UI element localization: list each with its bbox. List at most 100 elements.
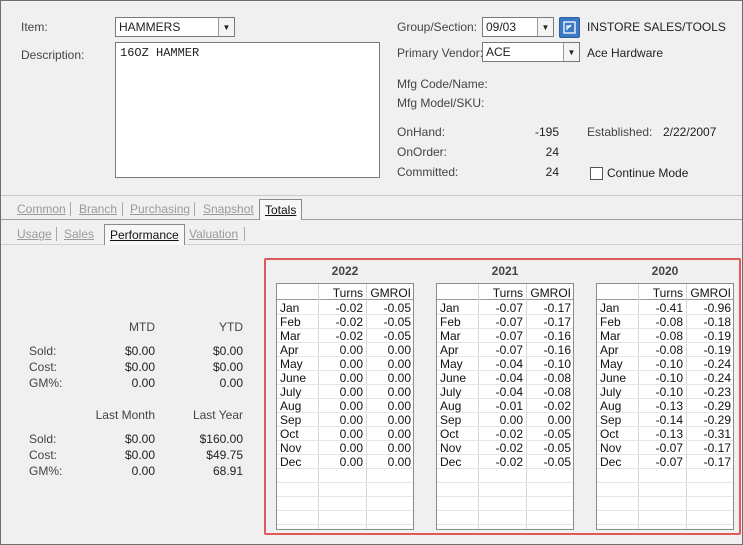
turns-cell: -0.07: [495, 343, 523, 357]
performance-table-2021[interactable]: Turns GMROI Jan -0.07 -0.17 Feb -0.07 -0.17 Mar -…: [436, 283, 574, 530]
gmroi-cell: -0.05: [543, 427, 571, 441]
sold-mtd: $0.00: [124, 344, 155, 358]
month-cell: Apr: [600, 343, 619, 357]
month-cell: Sep: [440, 413, 462, 427]
sold-ytd: $0.00: [212, 344, 243, 358]
committed-label: Committed:: [397, 165, 459, 179]
month-cell: July: [600, 385, 622, 399]
turns-cell: -0.10: [655, 357, 683, 371]
gmroi-cell: -0.24: [703, 357, 731, 371]
group-section-combo[interactable]: 09/03 ▼: [482, 17, 554, 37]
row-line: [597, 482, 733, 483]
group-section-name: INSTORE SALES/TOOLS: [587, 20, 726, 34]
month-cell: Jan: [280, 301, 300, 315]
gmroi-cell: -0.17: [543, 301, 571, 315]
month-cell: Mar: [280, 329, 301, 343]
gmroi-cell: -0.29: [703, 399, 731, 413]
turns-cell: -0.02: [495, 441, 523, 455]
month-cell: May: [440, 357, 463, 371]
continue-mode-checkbox[interactable]: [590, 167, 603, 180]
tab-common[interactable]: Common: [17, 202, 66, 216]
tab-divider: [122, 202, 123, 216]
turns-cell: 0.00: [339, 371, 363, 385]
performance-table-2022[interactable]: Turns GMROI Jan -0.02 -0.05 Feb -0.02 -0.05 Mar -…: [276, 283, 414, 530]
month-cell: Nov: [600, 441, 622, 455]
primary-vendor-value: ACE: [486, 45, 511, 59]
tab-performance[interactable]: Performance: [104, 224, 185, 245]
gmroi-cell: -0.08: [543, 371, 571, 385]
gmroi-header[interactable]: GMROI: [366, 286, 411, 300]
month-cell: Dec: [440, 455, 462, 469]
turns-header[interactable]: Turns: [478, 286, 523, 300]
sold-last-year: $160.00: [199, 432, 243, 446]
tab-sales[interactable]: Sales: [64, 227, 94, 241]
established-value: 2/22/2007: [663, 125, 717, 139]
group-section-value: 09/03: [486, 20, 517, 34]
open-group-button[interactable]: [559, 17, 580, 38]
description-textarea[interactable]: 16OZ HAMMER: [115, 42, 380, 178]
gmroi-cell: -0.02: [543, 399, 571, 413]
gmroi-cell: 0.00: [387, 385, 411, 399]
tab-snapshot[interactable]: Snapshot: [203, 202, 254, 216]
gmroi-cell: -0.17: [703, 455, 731, 469]
turns-cell: -0.04: [495, 371, 523, 385]
month-cell: Aug: [440, 399, 462, 413]
gmroi-cell: -0.23: [703, 385, 731, 399]
chevron-down-icon[interactable]: ▼: [218, 18, 234, 36]
turns-cell: 0.00: [339, 441, 363, 455]
gmroi-cell: 0.00: [387, 357, 411, 371]
turns-cell: -0.02: [335, 315, 363, 329]
tab-branch[interactable]: Branch: [79, 202, 117, 216]
gmroi-cell: -0.05: [543, 455, 571, 469]
gmroi-cell: -0.17: [543, 315, 571, 329]
chevron-down-icon[interactable]: ▼: [563, 43, 579, 61]
month-cell: Mar: [440, 329, 461, 343]
turns-cell: 0.00: [339, 385, 363, 399]
tab-divider: [194, 202, 195, 216]
month-cell: July: [280, 385, 302, 399]
tab-purchasing[interactable]: Purchasing: [130, 202, 190, 216]
month-cell: Nov: [280, 441, 302, 455]
tab-usage[interactable]: Usage: [17, 227, 52, 241]
item-label: Item:: [21, 20, 48, 34]
turns-cell: -0.13: [655, 399, 683, 413]
month-cell: Oct: [600, 427, 619, 441]
cost-label: Cost:: [29, 448, 58, 462]
chevron-down-icon[interactable]: ▼: [537, 18, 553, 36]
gmroi-header[interactable]: GMROI: [686, 286, 731, 300]
gmroi-cell: -0.19: [703, 329, 731, 343]
turns-header[interactable]: Turns: [318, 286, 363, 300]
turns-cell: -0.41: [655, 301, 683, 315]
performance-table-2020[interactable]: Turns GMROI Jan -0.41 -0.96 Feb -0.08 -0.18 Mar -…: [596, 283, 734, 530]
month-cell: Feb: [440, 315, 461, 329]
cost-mtd: $0.00: [124, 360, 155, 374]
turns-cell: -0.07: [655, 441, 683, 455]
gm-mtd: 0.00: [131, 376, 155, 390]
row-line: [597, 524, 733, 525]
turns-cell: 0.00: [339, 399, 363, 413]
month-cell: Oct: [280, 427, 299, 441]
row-line: [277, 524, 413, 525]
primary-vendor-combo[interactable]: ACE ▼: [482, 42, 580, 62]
gm-label: GM%:: [29, 464, 63, 478]
item-combo[interactable]: HAMMERS ▼: [115, 17, 235, 37]
gmroi-cell: -0.05: [383, 329, 411, 343]
turns-cell: 0.00: [339, 427, 363, 441]
month-cell: Sep: [600, 413, 622, 427]
tab-divider: [244, 227, 245, 241]
turns-cell: -0.14: [655, 413, 683, 427]
tab-totals[interactable]: Totals: [259, 199, 303, 220]
row-line: [437, 482, 573, 483]
ytd-header: YTD: [219, 320, 243, 334]
turns-header[interactable]: Turns: [638, 286, 683, 300]
month-cell: Feb: [600, 315, 621, 329]
primary-vendor-label: Primary Vendor:: [397, 46, 484, 60]
turns-cell: -0.02: [335, 301, 363, 315]
tab-valuation[interactable]: Valuation: [189, 227, 238, 241]
onorder-value: 24: [545, 145, 559, 159]
row-line: [437, 496, 573, 497]
gmroi-header[interactable]: GMROI: [526, 286, 571, 300]
gm-label: GM%:: [29, 376, 63, 390]
turns-cell: -0.02: [335, 329, 363, 343]
mfg-code-label: Mfg Code/Name:: [397, 77, 488, 91]
